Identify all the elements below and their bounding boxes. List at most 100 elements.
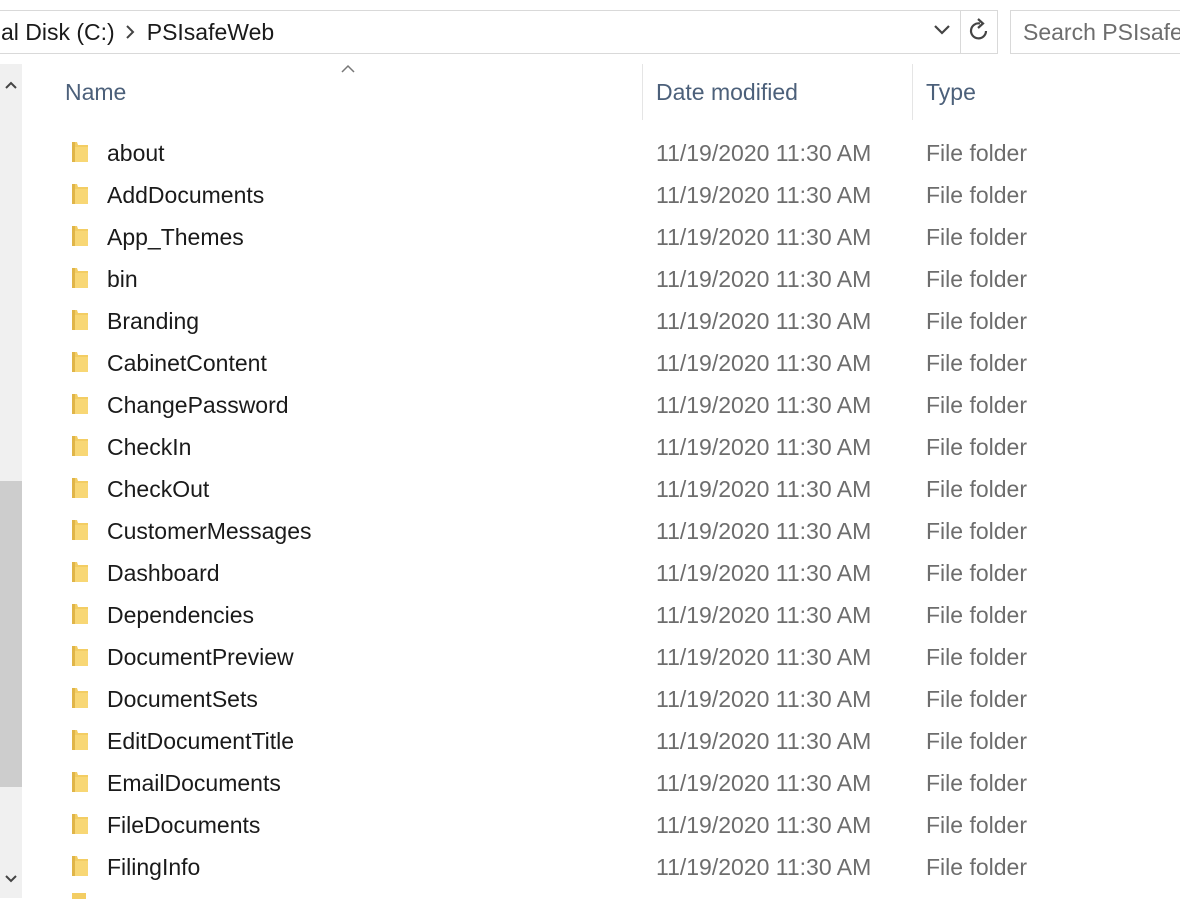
file-type: File folder xyxy=(926,643,1027,670)
folder-icon xyxy=(70,812,90,836)
folder-icon xyxy=(70,602,90,626)
file-name: CheckIn xyxy=(107,433,192,460)
file-date-modified: 11/19/2020 11:30 AM xyxy=(656,139,872,166)
folder-icon xyxy=(70,182,90,206)
table-row[interactable]: EmailDocuments 11/19/2020 11:30 AM File fo… xyxy=(42,762,1180,804)
folder-icon xyxy=(70,224,90,248)
refresh-icon xyxy=(968,17,990,47)
column-header-date-modified[interactable]: Date modified xyxy=(642,64,912,120)
table-row[interactable]: ChangePassword 11/19/2020 11:30 AM File fo… xyxy=(42,384,1180,426)
table-row[interactable]: FileDocuments 11/19/2020 11:30 AM File fol… xyxy=(42,804,1180,846)
file-type: File folder xyxy=(926,685,1027,712)
file-type: File folder xyxy=(926,307,1027,334)
file-type: File folder xyxy=(926,601,1027,628)
file-type: File folder xyxy=(926,475,1027,502)
file-date-modified: 11/19/2020 11:30 AM xyxy=(656,181,872,208)
file-type: File folder xyxy=(926,853,1027,880)
table-row[interactable]: CabinetContent 11/19/2020 11:30 AM File fo… xyxy=(42,342,1180,384)
file-date-modified: 11/19/2020 11:30 AM xyxy=(656,433,872,460)
file-date-modified: 11/19/2020 11:30 AM xyxy=(656,475,872,502)
file-date-modified: 11/19/2020 11:30 AM xyxy=(656,769,872,796)
file-type: File folder xyxy=(926,517,1027,544)
file-date-modified: 11/19/2020 11:30 AM xyxy=(656,559,872,586)
file-date-modified: 11/19/2020 11:30 AM xyxy=(656,265,872,292)
file-name: DocumentPreview xyxy=(107,643,294,670)
folder-icon xyxy=(72,893,86,899)
chevron-right-icon[interactable] xyxy=(115,11,145,53)
folder-icon xyxy=(70,266,90,290)
table-row[interactable]: App_Themes 11/19/2020 11:30 AM File folder xyxy=(42,216,1180,258)
file-type: File folder xyxy=(926,181,1027,208)
file-name: ChangePassword xyxy=(107,391,289,418)
file-date-modified: 11/19/2020 11:30 AM xyxy=(656,811,872,838)
breadcrumb-item-local-disk[interactable]: al Disk (C:) xyxy=(0,19,115,46)
table-row[interactable]: Dependencies 11/19/2020 11:30 AM File fold… xyxy=(42,594,1180,636)
file-type: File folder xyxy=(926,811,1027,838)
table-row[interactable]: bin 11/19/2020 11:30 AM File folder xyxy=(42,258,1180,300)
table-row[interactable]: CustomerMessages 11/19/2020 11:30 AM File … xyxy=(42,510,1180,552)
address-history-button[interactable] xyxy=(924,11,960,53)
file-name: CheckOut xyxy=(107,475,210,502)
folder-icon xyxy=(70,644,90,668)
search-box[interactable] xyxy=(1010,10,1180,54)
folder-icon xyxy=(70,476,90,500)
table-row[interactable]: CheckIn 11/19/2020 11:30 AM File folder xyxy=(42,426,1180,468)
file-date-modified: 11/19/2020 11:30 AM xyxy=(656,307,872,334)
table-row[interactable]: Branding 11/19/2020 11:30 AM File folder xyxy=(42,300,1180,342)
file-name: App_Themes xyxy=(107,223,244,250)
file-type: File folder xyxy=(926,139,1027,166)
file-name: Branding xyxy=(107,307,200,334)
file-name: Dashboard xyxy=(107,559,220,586)
file-date-modified: 11/19/2020 11:30 AM xyxy=(656,685,872,712)
file-date-modified: 11/19/2020 11:30 AM xyxy=(656,349,872,376)
file-list: about 11/19/2020 11:30 AM File folder AddDo… xyxy=(42,132,1180,888)
scroll-up-icon[interactable] xyxy=(0,72,22,98)
file-date-modified: 11/19/2020 11:30 AM xyxy=(656,391,872,418)
folder-icon xyxy=(70,686,90,710)
table-row[interactable]: about 11/19/2020 11:30 AM File folder xyxy=(42,132,1180,174)
scroll-down-icon[interactable] xyxy=(0,866,22,892)
navigation-pane-scrollbar[interactable] xyxy=(0,64,22,898)
table-row[interactable]: FilingInfo 11/19/2020 11:30 AM File folder xyxy=(42,846,1180,888)
file-type: File folder xyxy=(926,559,1027,586)
folder-icon xyxy=(70,392,90,416)
chevron-down-icon xyxy=(933,23,951,41)
table-row[interactable]: CheckOut 11/19/2020 11:30 AM File folder xyxy=(42,468,1180,510)
file-name: FileDocuments xyxy=(107,811,261,838)
file-date-modified: 11/19/2020 11:30 AM xyxy=(656,727,872,754)
column-header-name[interactable]: Name xyxy=(42,64,642,120)
folder-icon xyxy=(70,560,90,584)
file-name: CabinetContent xyxy=(107,349,267,376)
breadcrumb-item-psisafeweb[interactable]: PSIsafeWeb xyxy=(145,19,274,46)
file-name: about xyxy=(107,139,165,166)
table-row[interactable]: EditDocumentTitle 11/19/2020 11:30 AM File… xyxy=(42,720,1180,762)
refresh-button[interactable] xyxy=(960,11,997,53)
folder-icon xyxy=(70,518,90,542)
file-date-modified: 11/19/2020 11:30 AM xyxy=(656,517,872,544)
table-row[interactable]: DocumentPreview 11/19/2020 11:30 AM File f… xyxy=(42,636,1180,678)
file-type: File folder xyxy=(926,391,1027,418)
column-header-type[interactable]: Type xyxy=(912,64,1180,120)
column-header-label: Name xyxy=(65,78,127,105)
search-input[interactable] xyxy=(1023,18,1180,46)
folder-icon xyxy=(70,140,90,164)
table-row[interactable]: AddDocuments 11/19/2020 11:30 AM File fold… xyxy=(42,174,1180,216)
column-header-label: Type xyxy=(926,78,976,105)
table-row[interactable]: DocumentSets 11/19/2020 11:30 AM File fold… xyxy=(42,678,1180,720)
folder-icon xyxy=(70,434,90,458)
file-date-modified: 11/19/2020 11:30 AM xyxy=(656,601,872,628)
file-date-modified: 11/19/2020 11:30 AM xyxy=(656,223,872,250)
file-name: DocumentSets xyxy=(107,685,258,712)
file-type: File folder xyxy=(926,433,1027,460)
file-date-modified: 11/19/2020 11:30 AM xyxy=(656,643,872,670)
folder-icon xyxy=(70,308,90,332)
file-name: AddDocuments xyxy=(107,181,265,208)
address-bar[interactable]: al Disk (C:) PSIsafeWeb xyxy=(0,10,998,54)
breadcrumb: al Disk (C:) PSIsafeWeb xyxy=(0,11,924,53)
file-name: EditDocumentTitle xyxy=(107,727,295,754)
scrollbar-thumb[interactable] xyxy=(0,481,22,787)
file-type: File folder xyxy=(926,769,1027,796)
table-row[interactable]: Dashboard 11/19/2020 11:30 AM File folder xyxy=(42,552,1180,594)
folder-icon xyxy=(70,728,90,752)
column-header-label: Date modified xyxy=(656,78,798,105)
